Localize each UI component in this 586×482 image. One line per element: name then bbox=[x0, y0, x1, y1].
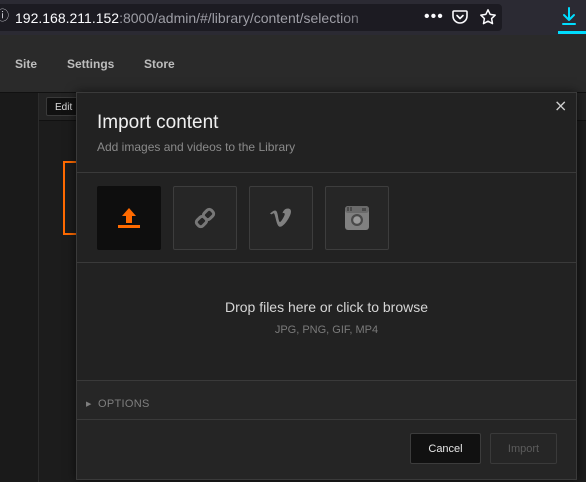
upload-icon bbox=[118, 208, 140, 228]
url-text[interactable]: 192.168.211.152:8000/admin/#/library/con… bbox=[15, 10, 359, 26]
app-header: Site Settings Store bbox=[0, 35, 586, 93]
modal-subtitle: Add images and videos to the Library bbox=[97, 140, 296, 154]
nav-item-site[interactable]: Site bbox=[15, 57, 37, 71]
download-icon[interactable] bbox=[561, 7, 577, 27]
source-link-button[interactable] bbox=[173, 186, 237, 250]
pocket-icon[interactable] bbox=[452, 9, 468, 25]
url-path: :8000/admin/#/library/content/selection bbox=[119, 10, 359, 26]
expand-arrow-icon: ▶ bbox=[86, 400, 92, 408]
sources-divider bbox=[77, 262, 576, 263]
site-info-icon[interactable]: ⓘ bbox=[0, 10, 9, 24]
options-toggle[interactable] bbox=[77, 381, 576, 419]
cancel-button[interactable]: Cancel bbox=[410, 433, 481, 464]
url-host: 192.168.211.152 bbox=[15, 10, 120, 26]
source-upload-button[interactable] bbox=[97, 186, 161, 250]
nav-item-store[interactable]: Store bbox=[144, 57, 175, 71]
bookmark-star-icon[interactable] bbox=[479, 8, 497, 26]
edit-button[interactable]: Edit bbox=[46, 97, 80, 116]
url-fade bbox=[340, 6, 400, 28]
header-divider bbox=[77, 172, 576, 173]
left-sidebar bbox=[0, 93, 39, 482]
options-label: OPTIONS bbox=[98, 398, 150, 410]
dropzone-label[interactable]: Drop files here or click to browse bbox=[77, 299, 576, 315]
browser-toolbar: ⓘ 192.168.211.152:8000/admin/#/library/c… bbox=[0, 0, 586, 35]
source-instagram-button[interactable] bbox=[325, 186, 389, 250]
link-icon bbox=[194, 207, 216, 229]
source-vimeo-button[interactable] bbox=[249, 186, 313, 250]
modal-title: Import content bbox=[97, 112, 219, 133]
nav-item-settings[interactable]: Settings bbox=[67, 57, 114, 71]
instagram-icon bbox=[345, 206, 369, 230]
dropzone-formats: JPG, PNG, GIF, MP4 bbox=[274, 324, 379, 336]
close-icon[interactable]: × bbox=[554, 98, 567, 114]
vimeo-icon bbox=[270, 208, 291, 227]
page-actions-menu-icon[interactable]: ••• bbox=[424, 8, 444, 26]
import-button[interactable]: Import bbox=[490, 433, 557, 464]
download-progress-indicator bbox=[558, 31, 586, 34]
